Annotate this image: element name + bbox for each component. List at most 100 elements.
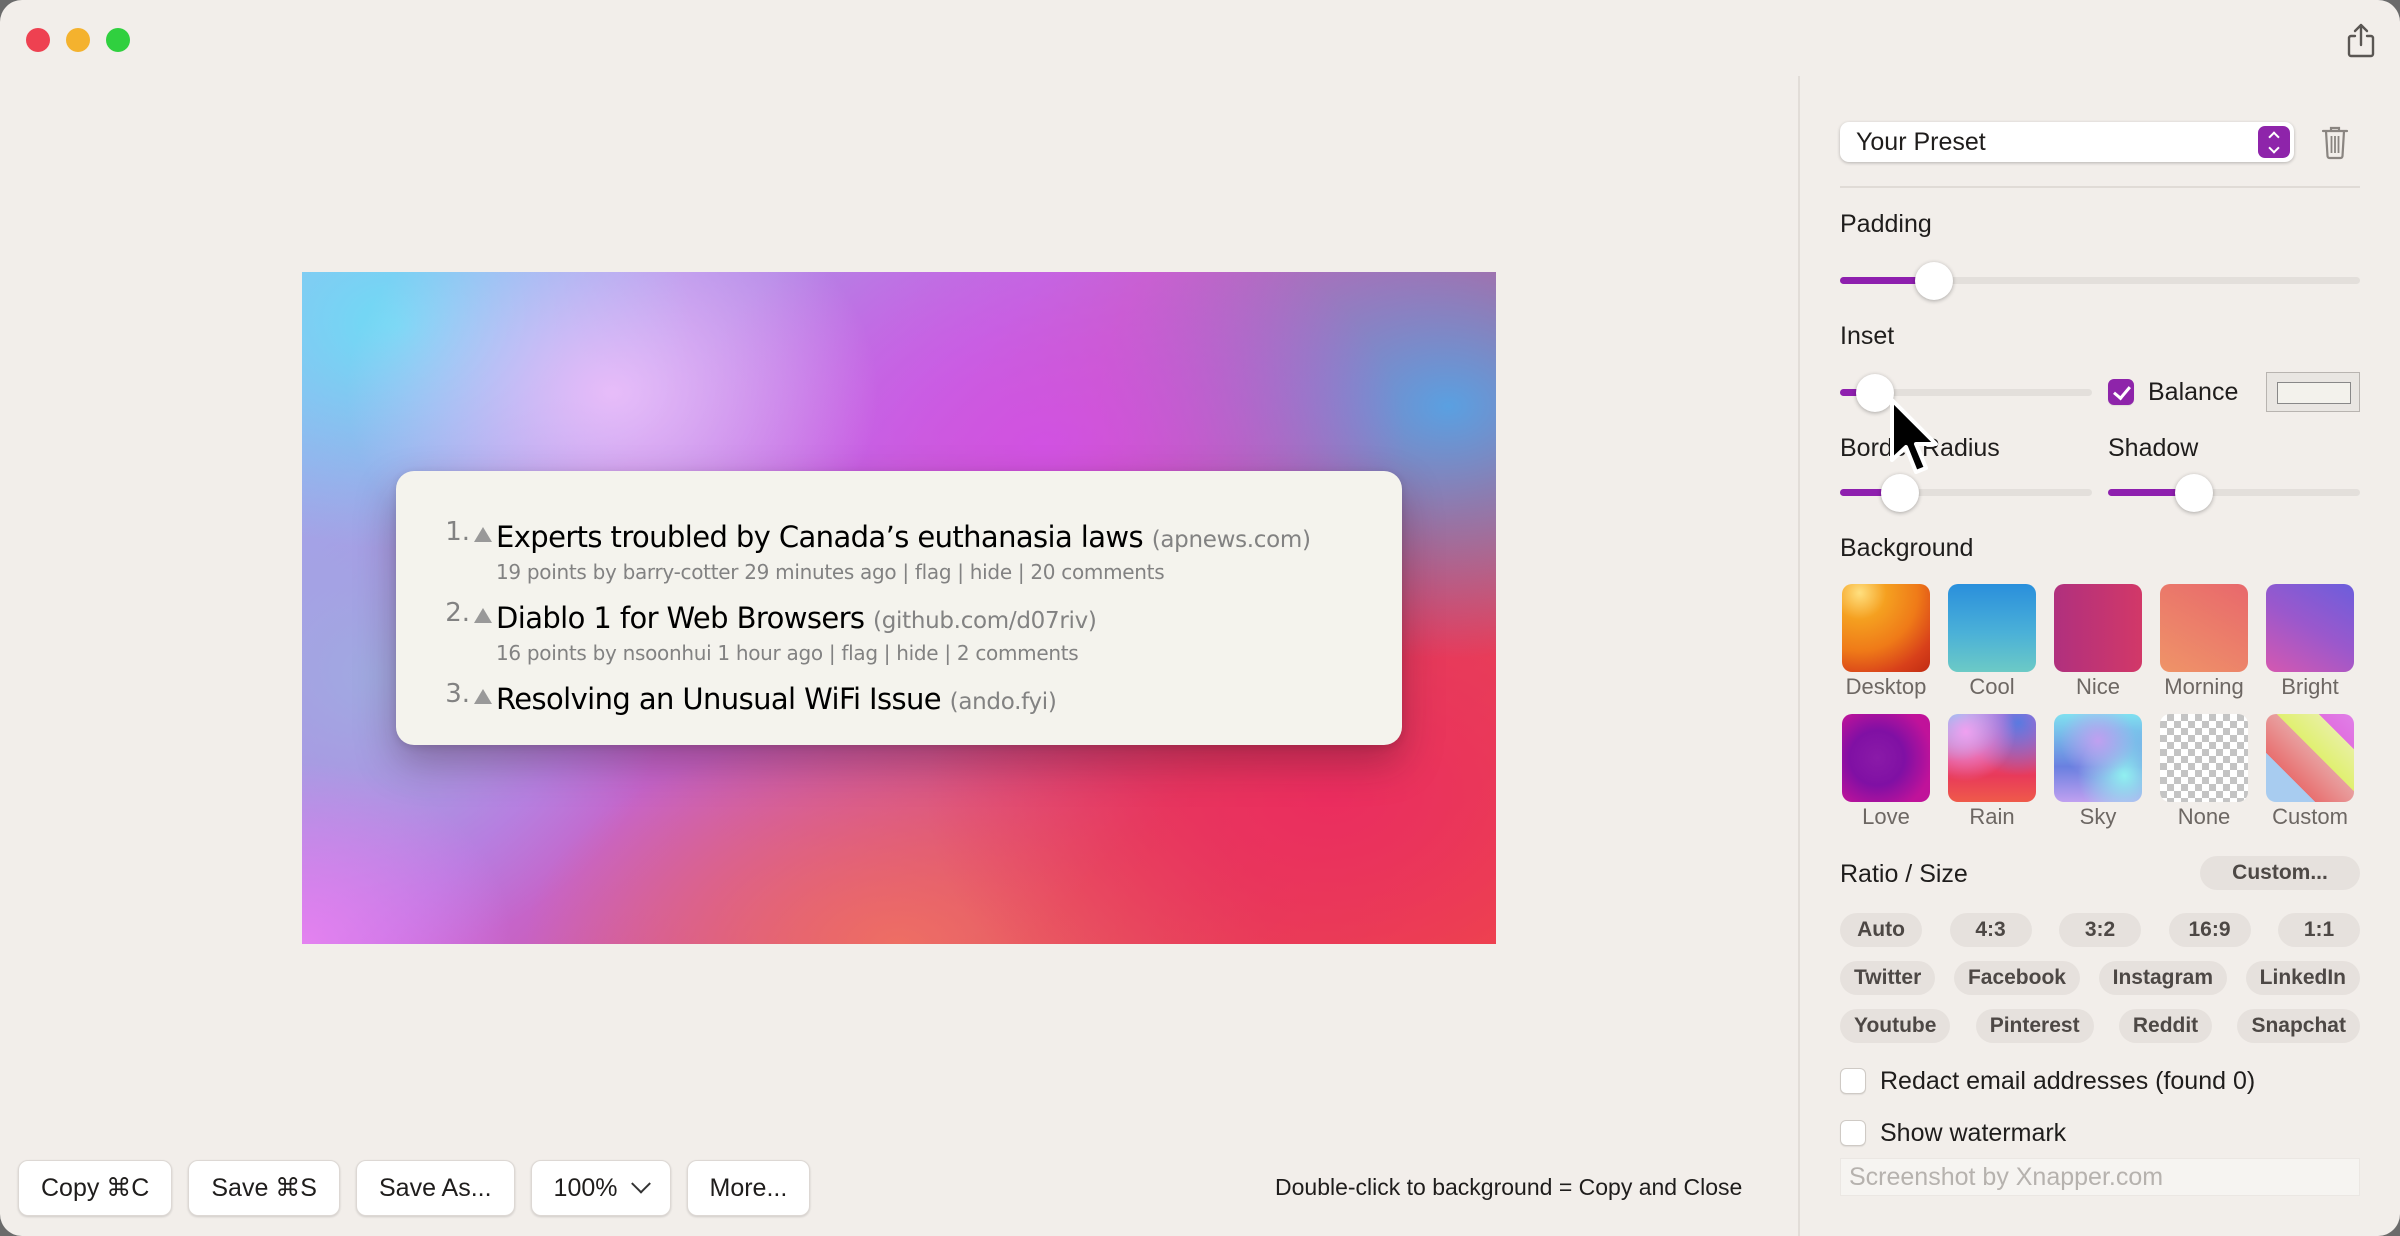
upvote-icon	[474, 527, 492, 542]
save-as-button[interactable]: Save As...	[355, 1160, 515, 1216]
bg-option-label: Cool	[1969, 674, 2015, 699]
preset-value: Your Preset	[1856, 127, 1986, 156]
balance-checkbox[interactable]	[2108, 379, 2134, 405]
ratio-16-9-button[interactable]: 16:9	[2168, 913, 2251, 947]
item-rank: 3.	[445, 679, 470, 709]
slider-knob[interactable]	[1914, 262, 1953, 300]
inset-color-well[interactable]	[2266, 372, 2360, 412]
bg-option-none[interactable]: None	[2160, 714, 2248, 830]
bg-option-love[interactable]: Love	[1842, 714, 1930, 830]
border-radius-slider[interactable]	[1840, 474, 2092, 512]
settings-sidebar: Your Preset Padding Inset Balance Border…	[1800, 0, 2400, 1236]
hint-text: Double-click to background = Copy and Cl…	[1275, 1174, 1743, 1200]
watermark-text-input[interactable]: Screenshot by Xnapper.com	[1840, 1158, 2360, 1196]
save-button[interactable]: Save ⌘S	[188, 1160, 340, 1216]
bg-option-cool[interactable]: Cool	[1948, 584, 2036, 700]
ratio-auto-button[interactable]: Auto	[1840, 913, 1922, 947]
size-instagram-button[interactable]: Instagram	[2098, 961, 2227, 995]
item-subtext: 16 points by nsoonhui 1 hour ago | flag …	[496, 641, 1079, 665]
bg-option-rain[interactable]: Rain	[1948, 714, 2036, 830]
copy-button[interactable]: Copy ⌘C	[18, 1160, 173, 1216]
bg-option-label: Sky	[2079, 804, 2117, 829]
preset-select[interactable]: Your Preset	[1840, 122, 2294, 162]
redact-email-checkbox[interactable]	[1840, 1068, 1866, 1094]
bg-option-nice[interactable]: Nice	[2054, 584, 2142, 700]
bg-option-label: Rain	[1969, 804, 2015, 829]
bg-option-morning[interactable]: Morning	[2160, 584, 2248, 700]
close-window-button[interactable]	[26, 28, 50, 52]
swatch[interactable]	[2266, 584, 2354, 672]
custom-size-button[interactable]: Custom...	[2200, 856, 2360, 890]
size-linkedin-button[interactable]: LinkedIn	[2245, 961, 2360, 995]
size-youtube-button[interactable]: Youtube	[1840, 1009, 1951, 1043]
ratio-1-1-button[interactable]: 1:1	[2278, 913, 2360, 947]
size-twitter-button[interactable]: Twitter	[1840, 961, 1936, 995]
background-label: Background	[1840, 534, 1974, 562]
swatch[interactable]	[1842, 584, 1930, 672]
padding-label: Padding	[1840, 210, 1932, 238]
bottom-toolbar: Copy ⌘C Save ⌘S Save As... 100% More...	[18, 1160, 811, 1216]
swatch[interactable]	[1842, 714, 1930, 802]
item-title: Diablo 1 for Web Browsers	[496, 601, 865, 635]
minimize-window-button[interactable]	[66, 28, 90, 52]
balance-label: Balance	[2148, 378, 2239, 406]
shadow-label: Shadow	[2108, 434, 2199, 462]
window-controls	[26, 28, 130, 52]
preview-canvas[interactable]: 1. Experts troubled by Canada’s euthanas…	[302, 272, 1496, 944]
bg-option-bright[interactable]: Bright	[2266, 584, 2354, 700]
zoom-value: 100%	[553, 1173, 618, 1202]
trash-icon[interactable]	[2320, 124, 2350, 160]
ratio-row: Twitter Facebook Instagram LinkedIn	[1840, 961, 2360, 995]
list-item: 1. Experts troubled by Canada’s euthanas…	[434, 517, 1402, 586]
swatch[interactable]	[1948, 714, 2036, 802]
bg-option-label: Custom	[2272, 804, 2348, 829]
ratio-4-3-button[interactable]: 4:3	[1949, 913, 2032, 947]
bg-option-desktop[interactable]: Desktop	[1842, 584, 1930, 700]
slider-knob[interactable]	[2174, 474, 2213, 512]
swatch[interactable]	[2054, 714, 2142, 802]
section-divider	[1840, 186, 2360, 188]
item-title: Resolving an Unusual WiFi Issue	[496, 682, 942, 716]
size-reddit-button[interactable]: Reddit	[2118, 1009, 2213, 1043]
ratio-row: Auto 4:3 3:2 16:9 1:1	[1840, 913, 2360, 947]
bg-option-label: Bright	[2281, 674, 2339, 699]
list-item: 3. Resolving an Unusual WiFi Issue (ando…	[434, 679, 1402, 720]
chevron-down-icon	[630, 1173, 651, 1194]
upvote-icon	[474, 689, 492, 704]
zoom-window-button[interactable]	[106, 28, 130, 52]
size-pinterest-button[interactable]: Pinterest	[1975, 1009, 2094, 1043]
bg-option-label: Desktop	[1845, 674, 1927, 699]
swatch[interactable]	[2054, 584, 2142, 672]
bg-option-label: Morning	[2164, 674, 2244, 699]
background-presets: Desktop Cool Nice Morning Bright Love Ra…	[1842, 584, 2354, 830]
show-watermark-checkbox[interactable]	[1840, 1120, 1866, 1146]
zoom-select[interactable]: 100%	[530, 1160, 671, 1216]
swatch[interactable]	[2160, 714, 2248, 802]
item-site: (apnews.com)	[1151, 527, 1311, 553]
bg-option-label: Nice	[2075, 674, 2120, 699]
more-button-label: More...	[709, 1173, 788, 1202]
slider-knob[interactable]	[1881, 474, 1920, 512]
size-snapchat-button[interactable]: Snapchat	[2237, 1009, 2360, 1043]
bg-option-sky[interactable]: Sky	[2054, 714, 2142, 830]
copy-button-label: Copy ⌘C	[41, 1174, 150, 1202]
item-title: Experts troubled by Canada’s euthanasia …	[496, 520, 1144, 554]
bg-option-custom[interactable]: Custom	[2266, 714, 2354, 830]
inset-slider[interactable]	[1840, 374, 2092, 412]
bg-option-label: Love	[1862, 804, 1910, 829]
app-window: 1. Experts troubled by Canada’s euthanas…	[0, 0, 2400, 1236]
save-button-label: Save ⌘S	[211, 1174, 317, 1202]
swatch[interactable]	[1948, 584, 2036, 672]
swatch[interactable]	[2160, 584, 2248, 672]
chevron-updown-icon	[2258, 126, 2290, 158]
ratio-3-2-button[interactable]: 3:2	[2059, 913, 2141, 947]
shadow-slider[interactable]	[2108, 474, 2360, 512]
swatch[interactable]	[2266, 714, 2354, 802]
size-facebook-button[interactable]: Facebook	[1953, 961, 2080, 995]
redact-email-label: Redact email addresses (found 0)	[1880, 1067, 2256, 1095]
padding-slider[interactable]	[1840, 262, 2360, 300]
save-as-button-label: Save As...	[378, 1173, 492, 1202]
list-item: 2. Diablo 1 for Web Browsers (github.com…	[434, 598, 1402, 667]
more-button[interactable]: More...	[686, 1160, 811, 1216]
item-site: (ando.fyi)	[949, 689, 1057, 715]
